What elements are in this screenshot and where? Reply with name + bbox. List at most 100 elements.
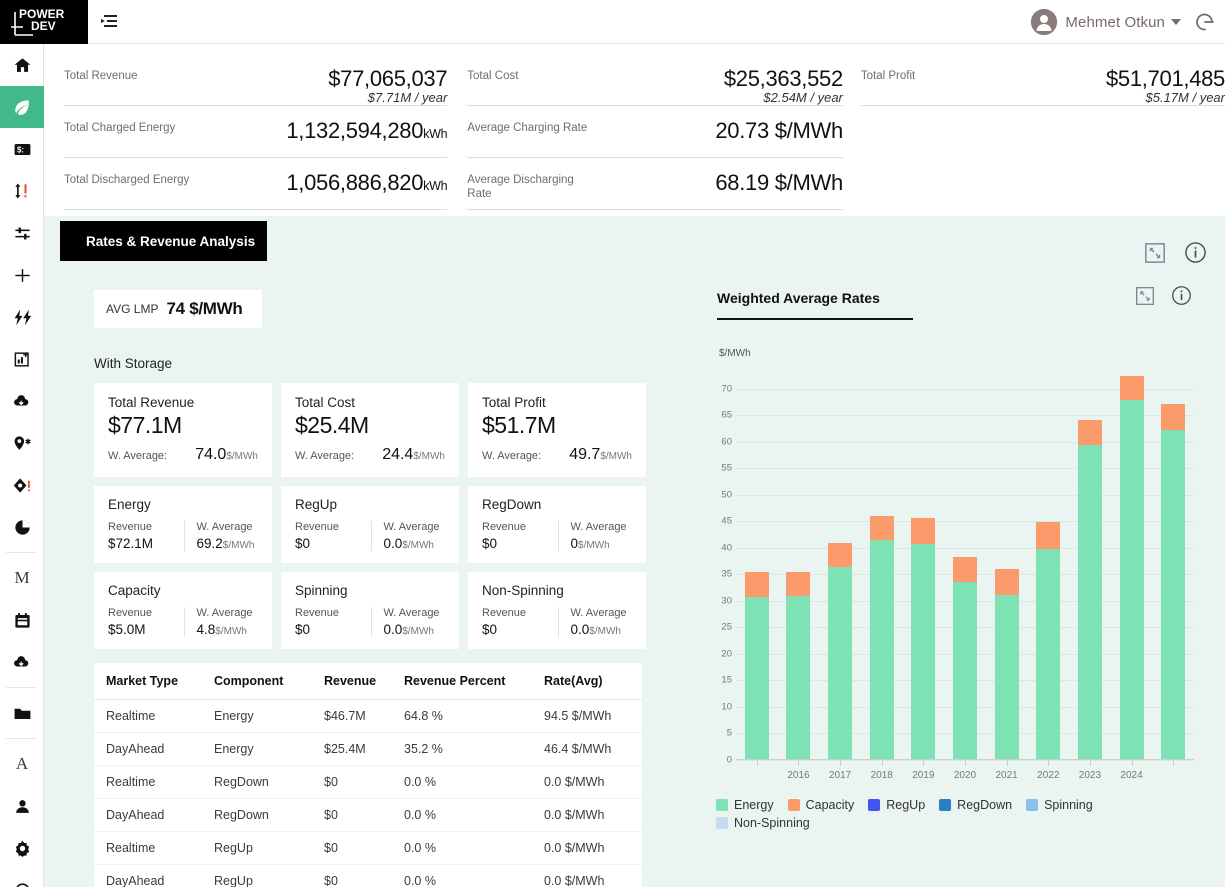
sidebar-item-add-chart[interactable] [0, 338, 44, 380]
sidebar-item-account[interactable] [0, 785, 44, 827]
sidebar-item-download[interactable] [0, 380, 44, 422]
w-average-value: 0.0$/MWh [384, 536, 452, 551]
chart-bar[interactable] [995, 569, 1019, 759]
user-menu[interactable]: Mehmet Otkun [1031, 0, 1181, 44]
expand-icon[interactable] [1144, 242, 1166, 269]
legend-item[interactable]: Spinning [1026, 798, 1093, 812]
legend-item[interactable]: RegUp [868, 798, 925, 812]
chart-bar-segment-energy [953, 582, 977, 759]
sidebar-item-pricing[interactable]: $: [0, 128, 44, 170]
legend-item[interactable]: Capacity [788, 798, 855, 812]
chart-bar-segment-capacity [1078, 420, 1102, 445]
panel-title-tab[interactable]: Rates & Revenue Analysis [60, 221, 267, 261]
legend-item[interactable]: Non-Spinning [716, 816, 810, 830]
sidebar-item-settings[interactable] [0, 827, 44, 869]
table-row[interactable]: RealtimeRegDown$00.0 %0.0 $/MWh [94, 766, 642, 799]
table-row[interactable]: DayAheadEnergy$25.4M35.2 %46.4 $/MWh [94, 733, 642, 766]
column-header-market-type[interactable]: Market Type [94, 663, 204, 700]
chart-tab-weighted-average-rates[interactable]: Weighted Average Rates [717, 290, 913, 320]
kpi-value: 1,132,594,280kWh [286, 118, 447, 144]
cloud-download-icon [12, 392, 32, 411]
sidebar-item-reports[interactable] [0, 506, 44, 548]
chart-bar[interactable] [870, 516, 894, 759]
chart-x-tick [757, 759, 758, 766]
sidebar-item-storage[interactable] [0, 86, 44, 128]
sidebar-item-calendar[interactable] [0, 599, 44, 641]
chart-bar[interactable] [828, 543, 852, 759]
sidebar-item-add[interactable] [0, 254, 44, 296]
revenue-label: Revenue [108, 607, 176, 619]
chart-bar-segment-energy [828, 567, 852, 759]
kpi-subvalue: $2.54M / year [724, 90, 843, 105]
chart-x-tick [1132, 759, 1133, 766]
expand-icon[interactable] [1135, 286, 1155, 311]
sidebar-item-alerts[interactable] [0, 170, 44, 212]
sidebar-item-files[interactable] [0, 692, 44, 734]
table-cell-revenue-percent: 35.2 % [394, 733, 534, 766]
sidebar-item-a[interactable]: A [0, 743, 44, 785]
chart-x-tick-label: 2016 [787, 770, 809, 781]
legend-label: RegUp [886, 798, 925, 812]
column-header-revenue[interactable]: Revenue [314, 663, 394, 700]
table-row[interactable]: RealtimeRegUp$00.0 %0.0 $/MWh [94, 832, 642, 865]
app-root: POWER DEV Mehmet Otkun [0, 0, 1225, 887]
chart-x-tick [923, 759, 924, 766]
card-title: Total Cost [295, 395, 445, 410]
weighted-average-rates-chart-card: Weighted Average Rates $/MWh 05101520253… [694, 290, 1204, 834]
w-average-value: 4.8$/MWh [197, 622, 265, 637]
diamond-alert-icon [12, 476, 33, 495]
table-cell-revenue: $0 [314, 766, 394, 799]
chart-bar[interactable] [745, 572, 769, 759]
table-header-row: Market Type Component Revenue Revenue Pe… [94, 663, 642, 700]
table-row[interactable]: DayAheadRegUp$00.0 %0.0 $/MWh [94, 865, 642, 887]
table-cell-revenue: $25.4M [314, 733, 394, 766]
sidebar-item-map[interactable] [0, 422, 44, 464]
table-cell-component: RegUp [204, 832, 314, 865]
legend-item[interactable]: Energy [716, 798, 774, 812]
info-icon[interactable] [1171, 285, 1192, 311]
chart-y-tick-label: 0 [704, 755, 732, 766]
card-title: Total Revenue [108, 395, 258, 410]
sidebar-item-home[interactable] [0, 44, 44, 86]
w-average-label: W. Average [197, 521, 265, 533]
column-header-revenue-percent[interactable]: Revenue Percent [394, 663, 534, 700]
table-row[interactable]: RealtimeEnergy$46.7M64.8 %94.5 $/MWh [94, 700, 642, 733]
arrows-alert-icon [11, 181, 33, 201]
legend-swatch [788, 799, 800, 811]
logout-icon[interactable] [1193, 10, 1217, 34]
chart-bar-segment-capacity [1161, 404, 1185, 429]
table-cell-rate-avg-: 0.0 $/MWh [534, 832, 642, 865]
app-logo[interactable]: POWER DEV [0, 0, 88, 44]
chart-bar[interactable] [1161, 404, 1185, 759]
summary-card: Total Revenue $77.1M W. Average:74.0$/MW… [94, 383, 272, 477]
chart-bar[interactable] [911, 518, 935, 759]
chart-bar[interactable] [1036, 522, 1060, 759]
sidebar-item-power[interactable] [0, 296, 44, 338]
chart-x-tick [798, 759, 799, 766]
kpi-label: Total Discharged Energy [64, 170, 189, 187]
chart-bar[interactable] [953, 557, 977, 759]
sidebar-item-m[interactable]: M [0, 557, 44, 599]
sidebar-item-support[interactable] [0, 869, 44, 887]
chart-bar[interactable] [1120, 376, 1144, 759]
chart-x-tick [965, 759, 966, 766]
sidebar-item-cloud-download-2[interactable] [0, 641, 44, 683]
sidebar-item-risk[interactable] [0, 464, 44, 506]
column-header-rate-avg[interactable]: Rate(Avg) [534, 663, 642, 700]
legend-swatch [868, 799, 880, 811]
info-icon[interactable] [1184, 241, 1207, 269]
table-row[interactable]: DayAheadRegDown$00.0 %0.0 $/MWh [94, 799, 642, 832]
chart-y-tick-label: 30 [704, 595, 732, 606]
column-header-component[interactable]: Component [204, 663, 314, 700]
chart-bar[interactable] [786, 572, 810, 759]
chart-y-tick-label: 35 [704, 569, 732, 580]
sidebar-item-settings-tune[interactable] [0, 212, 44, 254]
revenue-value: $0 [295, 536, 363, 551]
chart-bar[interactable] [1078, 420, 1102, 759]
chart-y-tick-label: 10 [704, 701, 732, 712]
legend-item[interactable]: RegDown [939, 798, 1012, 812]
chart-bar-segment-energy [1161, 430, 1185, 759]
hamburger-menu-icon[interactable] [97, 10, 121, 34]
table-cell-market-type: DayAhead [94, 733, 204, 766]
chevron-down-icon[interactable] [1171, 19, 1181, 25]
